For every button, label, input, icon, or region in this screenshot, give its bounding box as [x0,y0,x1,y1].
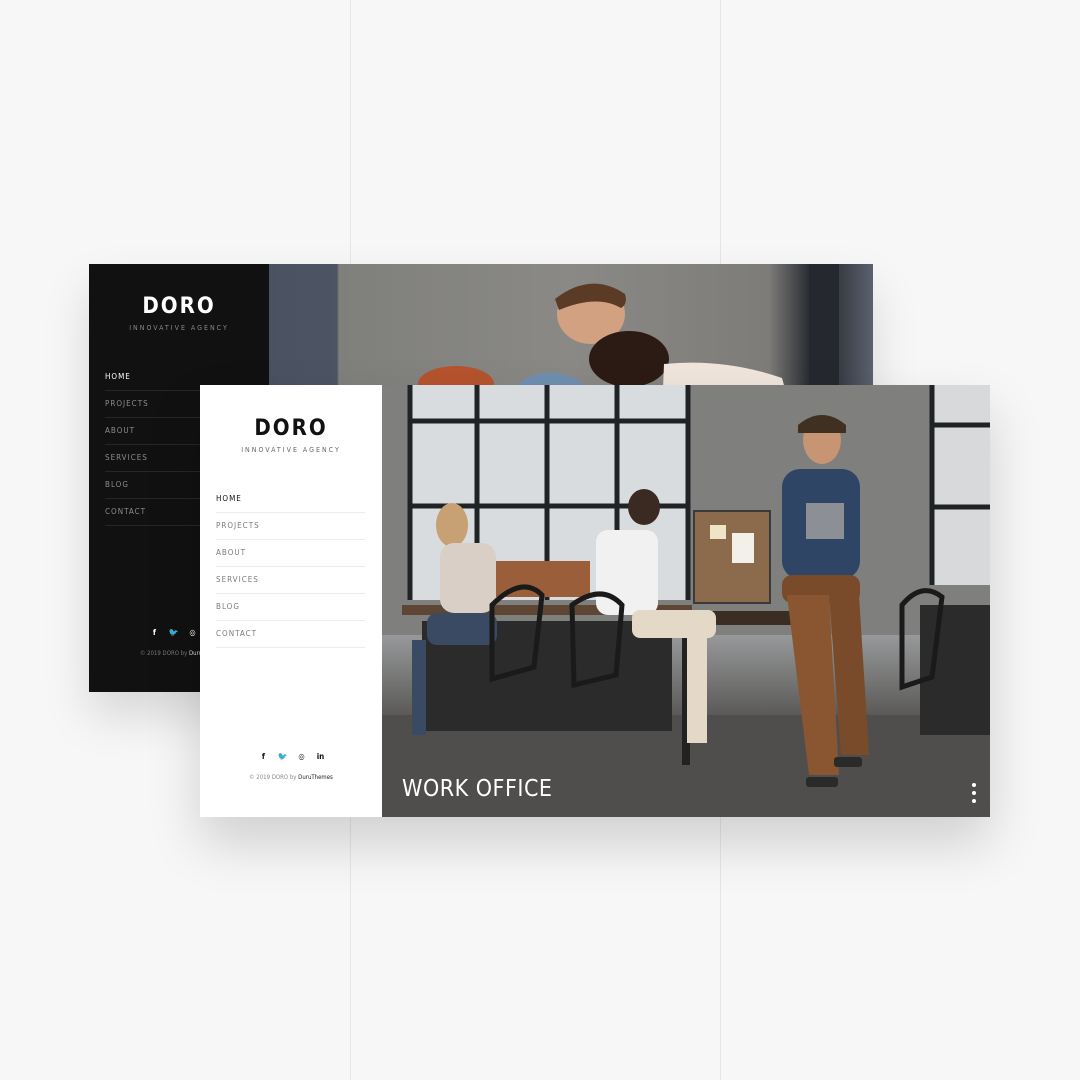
nav-item-services[interactable]: SERVICES [216,567,365,594]
twitter-icon[interactable]: 🐦 [164,628,183,637]
linkedin-icon[interactable]: in [311,752,330,761]
copyright-text: © 2019 DORO by [249,774,299,781]
nav-item-blog[interactable]: BLOG [216,594,365,621]
slider-dot[interactable] [972,783,976,787]
hero-title: WORK OFFICE [402,776,553,802]
site-tagline: INNOVATIVE AGENCY [129,324,229,332]
slider-dot[interactable] [972,791,976,795]
copyright: © 2019 DORO by DuruT [140,650,206,657]
light-theme-mockup: DORO INNOVATIVE AGENCY HOME PROJECTS ABO… [200,385,990,817]
facebook-icon[interactable]: f [145,628,164,637]
slider-pagination [972,783,977,807]
instagram-icon[interactable]: ◎ [292,752,311,761]
social-links: f 🐦 ◎ in [254,752,330,761]
site-logo[interactable]: DORO [89,294,269,319]
hero-slider: WORK OFFICE [382,385,990,817]
hero-photo-office [382,385,990,817]
copyright-brand-link[interactable]: DuruThemes [298,774,333,781]
nav-item-home[interactable]: HOME [216,486,365,513]
social-links: f 🐦 ◎ [145,628,202,637]
nav-item-projects[interactable]: PROJECTS [216,513,365,540]
main-nav: HOME PROJECTS ABOUT SERVICES BLOG CONTAC… [216,486,365,648]
nav-item-contact[interactable]: CONTACT [216,621,365,648]
slider-dot[interactable] [972,799,976,803]
nav-item-about[interactable]: ABOUT [216,540,365,567]
site-logo[interactable]: DORO [200,416,382,441]
copyright: © 2019 DORO by DuruThemes [200,774,382,781]
copyright-text: © 2019 DORO by [140,650,190,657]
site-tagline: INNOVATIVE AGENCY [241,446,341,454]
facebook-icon[interactable]: f [254,752,273,761]
sidebar: DORO INNOVATIVE AGENCY HOME PROJECTS ABO… [200,385,382,817]
twitter-icon[interactable]: 🐦 [273,752,292,761]
